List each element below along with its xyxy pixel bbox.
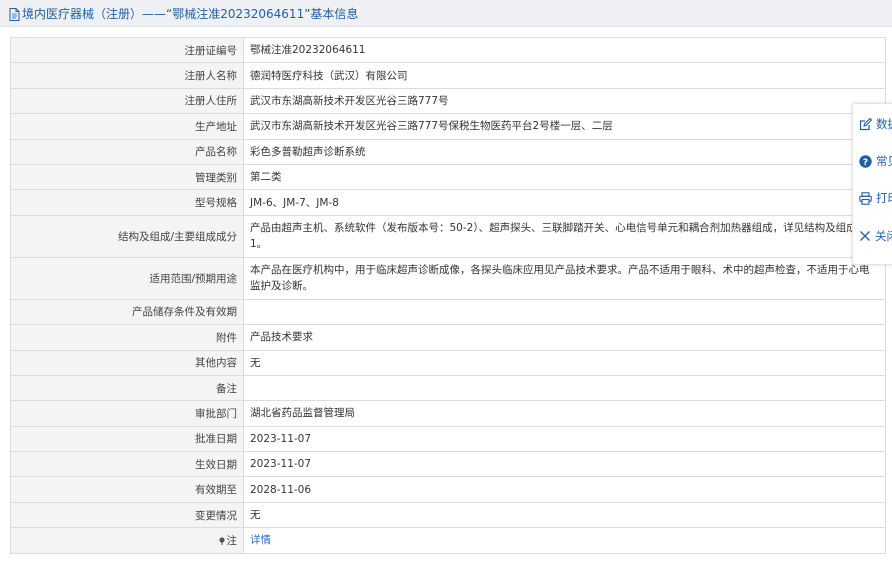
table-row: 注册证编号 鄂械注准20232064611 bbox=[10, 36, 886, 64]
table-row: 变更情况无 bbox=[10, 501, 886, 529]
row-label: 生效日期 bbox=[10, 451, 244, 478]
close-icon bbox=[860, 231, 870, 241]
page-title: 境内医疗器械（注册）——“鄂械注准20232064611”基本信息 bbox=[22, 6, 359, 21]
note-label: 注 bbox=[226, 534, 238, 547]
table-row: 附件 产品技术要求 bbox=[10, 324, 886, 351]
row-value: 武汉市东湖高新技术开发区光谷三路777号保税生物医药平台2号楼一层、二层 bbox=[243, 113, 886, 140]
row-value: 湖北省药品监督管理局 bbox=[243, 400, 886, 427]
table-row-note: 注 详情 bbox=[10, 527, 886, 554]
table-row: 管理类别 第二类 bbox=[10, 163, 886, 191]
table-row: 注册人名称 德润特医疗科技（武汉）有限公司 bbox=[10, 62, 886, 89]
row-value: 彩色多普勒超声诊断系统 bbox=[243, 138, 886, 165]
document-icon bbox=[9, 7, 20, 21]
side-item-label: 常见 bbox=[876, 154, 892, 168]
row-label: 生产地址 bbox=[10, 113, 244, 140]
row-value: 2023-11-07 bbox=[243, 425, 886, 453]
side-item-close[interactable]: 关闭 bbox=[853, 220, 892, 252]
row-label: 审批部门 bbox=[10, 400, 244, 427]
row-value: 2028-11-06 bbox=[243, 476, 886, 503]
side-item-label: 数据 bbox=[876, 117, 892, 131]
row-label: 批准日期 bbox=[10, 425, 244, 453]
side-toolbar: 数据 ? 常见 打印 关闭 bbox=[852, 103, 892, 265]
table-row: 生产地址 武汉市东湖高新技术开发区光谷三路777号保税生物医药平台2号楼一层、二层 bbox=[10, 113, 886, 140]
row-label: 注册人住所 bbox=[10, 87, 244, 115]
row-value: 无 bbox=[243, 501, 886, 529]
row-label: 其他内容 bbox=[10, 349, 244, 376]
row-value: 德润特医疗科技（武汉）有限公司 bbox=[243, 62, 886, 89]
row-value: 武汉市东湖高新技术开发区光谷三路777号 bbox=[243, 87, 886, 115]
row-label: 注册人名称 bbox=[10, 62, 244, 89]
row-value: 鄂械注准20232064611 bbox=[243, 36, 886, 64]
side-item-label: 打印 bbox=[876, 191, 892, 205]
side-item-data[interactable]: 数据 bbox=[853, 108, 892, 140]
row-value: 产品由超声主机、系统软件（发布版本号：50-2）、超声探头、三联脚踏开关、心电信… bbox=[243, 214, 886, 258]
table-row: 注册人住所 武汉市东湖高新技术开发区光谷三路777号 bbox=[10, 87, 886, 115]
row-value: JM-6、JM-7、JM-8 bbox=[243, 189, 886, 216]
row-value: 产品技术要求 bbox=[243, 324, 886, 351]
table-row: 批准日期 2023-11-07 bbox=[10, 425, 886, 453]
row-label: 注册证编号 bbox=[10, 36, 244, 64]
table-row: 有效期至 2028-11-06 bbox=[10, 476, 886, 503]
row-value bbox=[243, 374, 886, 402]
side-item-print[interactable]: 打印 bbox=[853, 182, 892, 214]
question-icon: ? bbox=[859, 154, 872, 167]
print-icon bbox=[859, 191, 872, 205]
row-label: 型号规格 bbox=[10, 189, 244, 216]
side-item-label: 关闭 bbox=[875, 229, 892, 243]
row-label: 结构及组成/主要组成成分 bbox=[10, 214, 244, 258]
table-row: 型号规格 JM-6、JM-7、JM-8 bbox=[10, 189, 886, 216]
row-value: 第二类 bbox=[243, 163, 886, 191]
row-value: 无 bbox=[243, 349, 886, 376]
table-row: 产品储存条件及有效期 bbox=[10, 298, 886, 326]
table-row: 其他内容无 bbox=[10, 349, 886, 376]
note-value-cell: 详情 bbox=[243, 527, 886, 554]
table-row: 生效日期 2023-11-07 bbox=[10, 451, 886, 478]
table-row: 结构及组成/主要组成成分 产品由超声主机、系统软件（发布版本号：50-2）、超声探… bbox=[10, 214, 886, 258]
details-link[interactable]: 详情 bbox=[250, 534, 271, 546]
table-row: 适用范围/预期用途 本产品在医疗机构中，用于临床超声诊断成像，各探头临床应用见产品… bbox=[10, 256, 886, 300]
row-label: 变更情况 bbox=[10, 501, 244, 529]
info-table-container: 注册证编号 鄂械注准20232064611 注册人名称 德润特医疗科技（武汉）有限公… bbox=[10, 36, 886, 554]
info-table: 注册证编号 鄂械注准20232064611 注册人名称 德润特医疗科技（武汉）有限公… bbox=[10, 36, 886, 554]
row-label: 管理类别 bbox=[10, 163, 244, 191]
row-label: 附件 bbox=[10, 324, 244, 351]
row-value: 本产品在医疗机构中，用于临床超声诊断成像，各探头临床应用见产品技术要求。产品不适… bbox=[243, 256, 886, 300]
row-label: 产品名称 bbox=[10, 138, 244, 165]
row-label: 产品储存条件及有效期 bbox=[10, 298, 244, 326]
edit-icon bbox=[859, 117, 872, 130]
table-row: 备注 bbox=[10, 374, 886, 402]
table-row: 审批部门 湖北省药品监督管理局 bbox=[10, 400, 886, 427]
row-value: 2023-11-07 bbox=[243, 451, 886, 478]
row-label: 有效期至 bbox=[10, 476, 244, 503]
svg-text:?: ? bbox=[863, 157, 868, 167]
side-item-faq[interactable]: ? 常见 bbox=[853, 145, 892, 177]
pin-icon bbox=[218, 537, 225, 545]
row-label: 适用范围/预期用途 bbox=[10, 256, 244, 300]
table-row: 产品名称 彩色多普勒超声诊断系统 bbox=[10, 138, 886, 165]
row-label: 备注 bbox=[10, 374, 244, 402]
page-header: 境内医疗器械（注册）——“鄂械注准20232064611”基本信息 bbox=[0, 0, 892, 27]
note-label-cell: 注 bbox=[10, 527, 244, 554]
row-value bbox=[243, 298, 886, 326]
